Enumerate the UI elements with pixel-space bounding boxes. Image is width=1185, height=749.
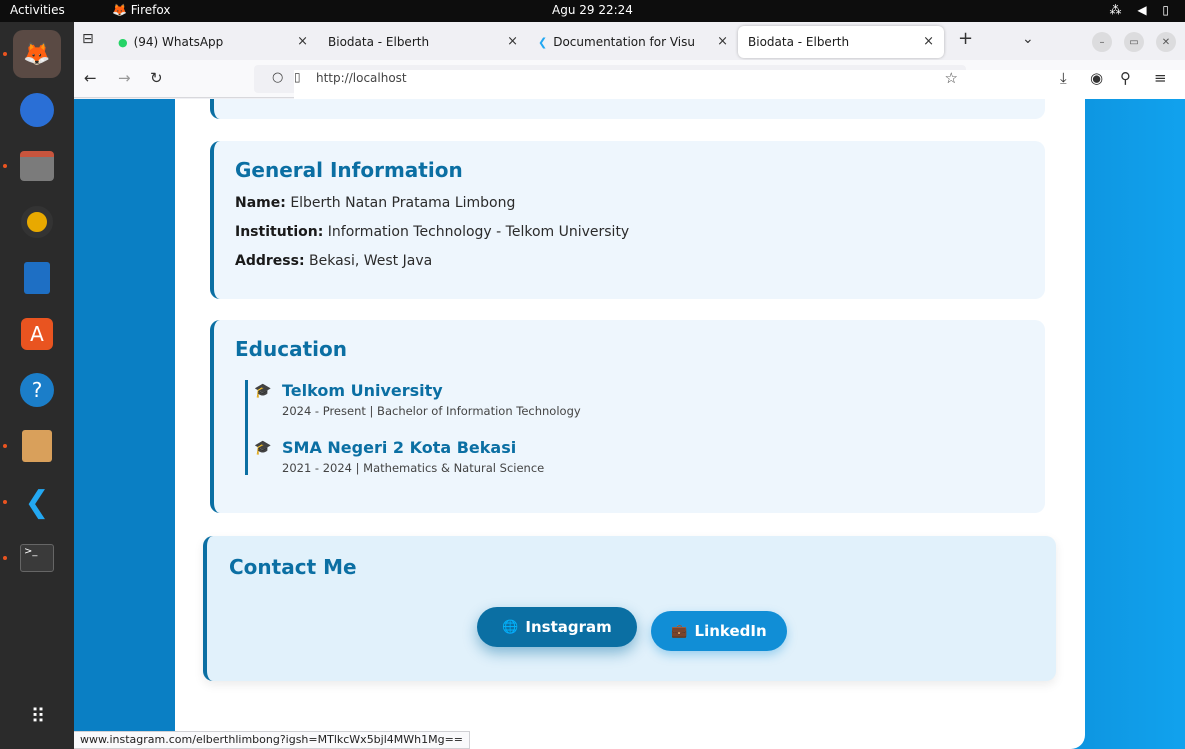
- institution-line: Institution: Information Technology - Te…: [235, 224, 630, 240]
- tab-biodata-1[interactable]: Biodata - Elberth ×: [318, 26, 528, 58]
- running-indicator: [3, 500, 7, 504]
- general-information-card: General Information Name: Elberth Natan …: [210, 141, 1045, 299]
- tab-biodata-active[interactable]: Biodata - Elberth ×: [738, 26, 944, 58]
- running-indicator: [3, 444, 7, 448]
- tab-overview-icon[interactable]: ⊟: [82, 31, 94, 47]
- briefcase-icon: 💼: [671, 623, 688, 639]
- close-window-icon[interactable]: ✕: [1156, 32, 1176, 52]
- link-status-bar: www.instagram.com/elberthlimbong?igsh=MT…: [74, 731, 471, 749]
- tab-whatsapp[interactable]: ● (94) WhatsApp ×: [108, 26, 318, 58]
- bookmark-star-icon[interactable]: ☆: [945, 69, 958, 87]
- section-title: Education: [235, 337, 347, 361]
- archive-manager-icon[interactable]: [13, 422, 61, 470]
- web-viewport: General Information Name: Elberth Natan …: [74, 99, 1185, 749]
- contact-card: Contact Me 🌐 Instagram 💼 LinkedIn: [203, 536, 1056, 681]
- vscode-icon[interactable]: ❮: [13, 478, 61, 526]
- gnome-top-bar: Activities 🦊 Firefox Agu 29 22:24 ⁂ ◀ ▯: [0, 0, 1185, 22]
- address-line: Address: Bekasi, West Java: [235, 253, 433, 269]
- school-detail: 2024 - Present | Bachelor of Information…: [282, 404, 581, 418]
- close-tab-icon[interactable]: ×: [507, 34, 518, 49]
- school-detail: 2021 - 2024 | Mathematics & Natural Scie…: [282, 461, 545, 475]
- reload-icon[interactable]: ↻: [150, 69, 163, 87]
- system-tray[interactable]: ⁂ ◀ ▯: [1110, 3, 1175, 17]
- section-title: Contact Me: [229, 555, 357, 579]
- menu-icon[interactable]: ≡: [1154, 69, 1167, 87]
- downloads-icon[interactable]: ⤓: [1060, 69, 1067, 87]
- tab-bar: ⊟ ● (94) WhatsApp × Biodata - Elberth × …: [74, 22, 1185, 60]
- biodata-page: General Information Name: Elberth Natan …: [175, 99, 1085, 749]
- back-icon[interactable]: ←: [84, 69, 97, 87]
- graduation-cap-icon: 🎓: [254, 440, 272, 456]
- school-name: Telkom University: [282, 381, 443, 400]
- nav-bar: ← → ↻ ○ ▯ http://localhost ☆ ⤓ ◉ ⚲ ≡: [74, 60, 1185, 740]
- help-icon[interactable]: ?: [13, 366, 61, 414]
- files-icon[interactable]: [13, 142, 61, 190]
- close-tab-icon[interactable]: ×: [717, 34, 728, 49]
- education-card: Education 🎓 Telkom University 2024 - Pre…: [210, 320, 1045, 513]
- name-line: Name: Elberth Natan Pratama Limbong: [235, 195, 516, 211]
- account-icon[interactable]: ◉: [1090, 69, 1103, 87]
- section-title: General Information: [235, 158, 463, 182]
- list-tabs-icon[interactable]: ⌄: [1022, 31, 1034, 47]
- school-name: SMA Negeri 2 Kota Bekasi: [282, 438, 517, 457]
- url-bar[interactable]: ○ ▯ http://localhost ☆: [254, 65, 1185, 740]
- tracking-shield-icon[interactable]: ○: [272, 70, 283, 85]
- firefox-icon[interactable]: 🦊: [13, 30, 61, 78]
- minimize-icon[interactable]: –: [1092, 32, 1112, 52]
- instagram-button[interactable]: 🌐 Instagram: [477, 607, 637, 647]
- vscode-icon: ❮: [538, 35, 548, 49]
- firefox-window: ⊟ ● (94) WhatsApp × Biodata - Elberth × …: [74, 22, 1185, 749]
- previous-section-card: [210, 99, 1045, 119]
- forward-icon[interactable]: →: [118, 69, 131, 87]
- dock: 🦊 A ? ❮ >_ ⠿: [0, 22, 74, 749]
- thunderbird-icon[interactable]: [13, 86, 61, 134]
- close-tab-icon[interactable]: ×: [297, 34, 308, 49]
- show-apps-icon[interactable]: ⠿: [13, 692, 61, 740]
- linkedin-button[interactable]: 💼 LinkedIn: [651, 611, 787, 651]
- whatsapp-icon: ●: [118, 35, 128, 49]
- education-timeline: [245, 380, 248, 475]
- software-center-icon[interactable]: A: [13, 310, 61, 358]
- clock[interactable]: Agu 29 22:24: [0, 3, 1185, 17]
- terminal-icon[interactable]: >_: [13, 534, 61, 582]
- extensions-icon[interactable]: ⚲: [1120, 69, 1131, 87]
- rhythmbox-icon[interactable]: [13, 198, 61, 246]
- url-text[interactable]: http://localhost: [316, 71, 407, 85]
- running-indicator: [3, 556, 7, 560]
- tab-vscode-docs[interactable]: ❮ Documentation for Visu ×: [528, 26, 738, 58]
- close-tab-icon[interactable]: ×: [923, 34, 934, 49]
- libreoffice-writer-icon[interactable]: [13, 254, 61, 302]
- running-indicator: [3, 164, 7, 168]
- running-indicator: [3, 52, 7, 56]
- graduation-cap-icon: 🎓: [254, 383, 272, 399]
- new-tab-icon[interactable]: +: [958, 28, 973, 49]
- globe-icon: 🌐: [502, 619, 519, 635]
- maximize-icon[interactable]: ▭: [1124, 32, 1144, 52]
